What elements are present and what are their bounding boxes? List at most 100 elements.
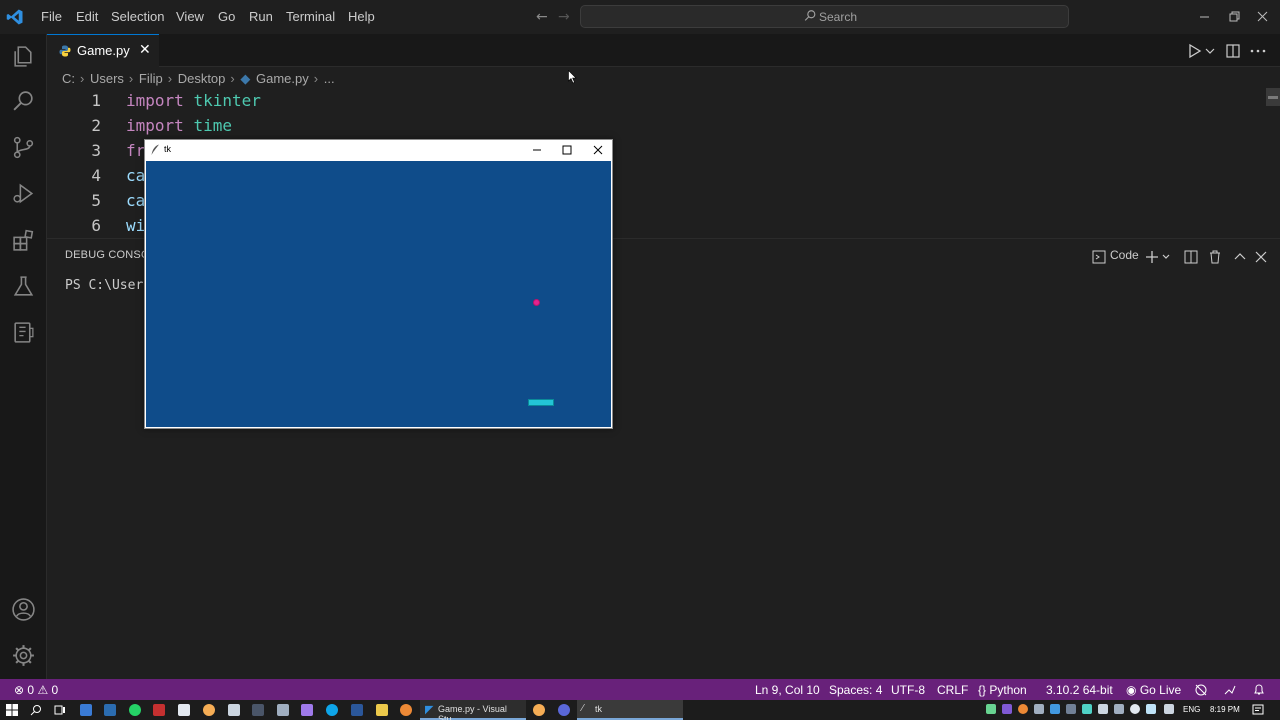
tk-maximize-icon[interactable] bbox=[561, 144, 573, 156]
windows-start-icon[interactable] bbox=[6, 704, 18, 716]
problems-indicator[interactable]: ⊗ 0 ⚠ 0 bbox=[14, 683, 58, 697]
account-icon[interactable] bbox=[11, 597, 36, 622]
cursor-position[interactable]: Ln 9, Col 10 bbox=[755, 683, 820, 697]
file-explorer-icon[interactable] bbox=[376, 704, 388, 716]
menu-help[interactable]: Help bbox=[348, 9, 375, 24]
split-editor-icon[interactable] bbox=[1224, 42, 1242, 60]
extensions-icon[interactable] bbox=[11, 228, 36, 253]
tray-icon[interactable] bbox=[1164, 704, 1174, 714]
encoding[interactable]: UTF-8 bbox=[891, 683, 925, 697]
menu-run[interactable]: Run bbox=[249, 9, 273, 24]
terminal-output[interactable]: PS C:\Users bbox=[65, 278, 151, 293]
run-dropdown-chevron-icon[interactable] bbox=[1204, 42, 1216, 60]
taskbar-app-icon[interactable] bbox=[153, 704, 165, 716]
taskbar-app-icon[interactable] bbox=[252, 704, 264, 716]
taskbar-app-icon[interactable] bbox=[277, 704, 289, 716]
run-debug-icon[interactable] bbox=[11, 181, 36, 206]
tk-title-bar[interactable]: tk bbox=[145, 140, 612, 161]
tk-minimize-icon[interactable] bbox=[531, 144, 543, 156]
breadcrumb-file[interactable]: Game.py bbox=[256, 71, 309, 86]
kill-terminal-trash-icon[interactable] bbox=[1208, 248, 1222, 266]
terminal-profile-icon[interactable] bbox=[1092, 248, 1106, 266]
tab-game-py[interactable]: Game.py ✕ bbox=[47, 34, 159, 67]
whatsapp-icon[interactable] bbox=[129, 704, 141, 716]
wifi-icon[interactable] bbox=[1146, 704, 1156, 714]
restore-icon[interactable] bbox=[1225, 8, 1243, 26]
minimize-icon[interactable] bbox=[1196, 8, 1214, 26]
discord-icon[interactable] bbox=[558, 704, 570, 716]
taskbar-app-icon[interactable] bbox=[400, 704, 412, 716]
taskbar-app-icon[interactable] bbox=[80, 704, 92, 716]
back-arrow-icon[interactable]: ← bbox=[536, 9, 548, 25]
taskbar-search-icon[interactable] bbox=[30, 704, 42, 716]
command-center-search[interactable]: Search bbox=[580, 5, 1069, 28]
tray-icon[interactable] bbox=[1082, 704, 1092, 714]
breadcrumb-filip[interactable]: Filip bbox=[139, 71, 163, 86]
tray-icon[interactable] bbox=[1034, 704, 1044, 714]
run-file-icon[interactable] bbox=[1186, 42, 1204, 60]
testing-icon[interactable] bbox=[11, 274, 36, 299]
indentation[interactable]: Spaces: 4 bbox=[829, 683, 882, 697]
tab-close-icon[interactable]: ✕ bbox=[139, 42, 151, 58]
tk-window[interactable]: tk bbox=[144, 139, 613, 429]
tray-icon[interactable] bbox=[1098, 704, 1108, 714]
code-line[interactable]: fr bbox=[126, 141, 145, 160]
menu-terminal[interactable]: Terminal bbox=[286, 9, 335, 24]
settings-gear-icon[interactable] bbox=[11, 643, 36, 668]
new-terminal-plus-icon[interactable] bbox=[1145, 248, 1159, 266]
maximize-panel-chevron-up-icon[interactable] bbox=[1233, 248, 1247, 266]
chrome-icon[interactable] bbox=[533, 704, 545, 716]
tray-icon[interactable] bbox=[1018, 704, 1028, 714]
close-window-icon[interactable] bbox=[1254, 8, 1272, 26]
source-control-icon[interactable] bbox=[11, 135, 36, 160]
notifications-bell-icon[interactable] bbox=[1252, 683, 1266, 697]
forward-arrow-icon[interactable]: → bbox=[558, 9, 570, 25]
tray-icon[interactable] bbox=[1114, 704, 1124, 714]
clock[interactable]: 8:19 PM bbox=[1210, 705, 1240, 714]
end-of-line[interactable]: CRLF bbox=[937, 683, 968, 697]
word-icon[interactable] bbox=[351, 704, 363, 716]
breadcrumb-users[interactable]: Users bbox=[90, 71, 124, 86]
taskbar-app-icon[interactable] bbox=[104, 704, 116, 716]
tk-close-icon[interactable] bbox=[592, 144, 604, 156]
tray-icon[interactable] bbox=[1002, 704, 1012, 714]
no-bell-icon[interactable] bbox=[1194, 683, 1208, 697]
menu-go[interactable]: Go bbox=[218, 9, 235, 24]
close-panel-icon[interactable] bbox=[1254, 248, 1268, 266]
code-line[interactable]: ca bbox=[126, 166, 145, 185]
menu-edit[interactable]: Edit bbox=[76, 9, 98, 24]
breadcrumb-desktop[interactable]: Desktop bbox=[178, 71, 226, 86]
remote-explorer-icon[interactable] bbox=[11, 320, 36, 345]
tray-icon[interactable] bbox=[986, 704, 996, 714]
notification-center-icon[interactable] bbox=[1252, 704, 1264, 716]
breadcrumb-drive[interactable]: C: bbox=[62, 71, 75, 86]
code-line[interactable]: ca bbox=[126, 191, 145, 210]
language-mode[interactable]: {} Python bbox=[978, 683, 1027, 697]
chrome-icon[interactable] bbox=[203, 704, 215, 716]
game-canvas[interactable] bbox=[146, 161, 611, 427]
taskbar-app-icon[interactable] bbox=[301, 704, 313, 716]
breadcrumb-symbols[interactable]: ... bbox=[324, 71, 335, 86]
code-line[interactable]: import tkinter bbox=[126, 91, 261, 110]
python-interpreter[interactable]: 3.10.2 64-bit bbox=[1046, 683, 1113, 697]
search-activity-icon[interactable] bbox=[11, 89, 36, 114]
split-terminal-icon[interactable] bbox=[1184, 248, 1198, 266]
code-line[interactable]: wi bbox=[126, 216, 145, 235]
menu-view[interactable]: View bbox=[176, 9, 204, 24]
menu-file[interactable]: File bbox=[41, 9, 62, 24]
explorer-icon[interactable] bbox=[11, 44, 36, 69]
taskbar-vscode-button[interactable]: ◤ Game.py - Visual Stu... bbox=[420, 700, 526, 720]
taskbar-app-icon[interactable] bbox=[178, 704, 190, 716]
terminal-name[interactable]: Code bbox=[1110, 248, 1139, 266]
go-live-button[interactable]: ◉ Go Live bbox=[1126, 683, 1181, 697]
input-language[interactable]: ENG bbox=[1183, 705, 1200, 714]
more-actions-icon[interactable] bbox=[1249, 42, 1267, 60]
terminal-dropdown-chevron-icon[interactable] bbox=[1161, 248, 1171, 266]
edge-icon[interactable] bbox=[326, 704, 338, 716]
taskbar-tk-button[interactable]: ⁄ tk bbox=[577, 700, 683, 720]
tray-icon[interactable] bbox=[1050, 704, 1060, 714]
tray-icon[interactable] bbox=[1130, 704, 1140, 714]
tray-icon[interactable] bbox=[1066, 704, 1076, 714]
taskbar-app-icon[interactable] bbox=[228, 704, 240, 716]
task-view-icon[interactable] bbox=[54, 704, 66, 716]
